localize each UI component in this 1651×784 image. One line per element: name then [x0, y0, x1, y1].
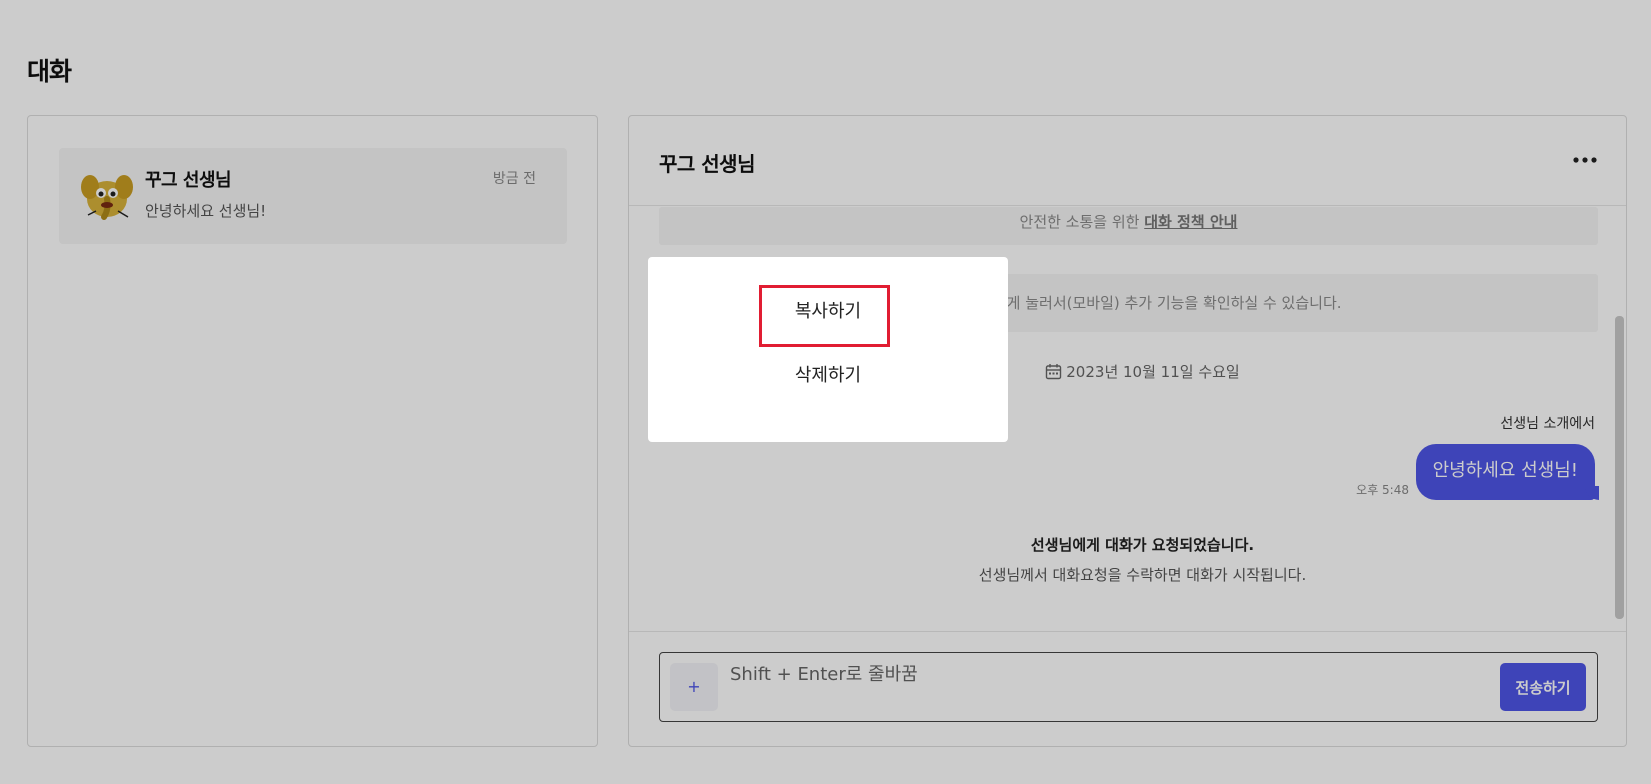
- delete-menu-item[interactable]: 삭제하기: [648, 361, 1008, 387]
- copy-menu-item[interactable]: 복사하기: [648, 297, 1008, 323]
- message-context-menu: 복사하기 삭제하기: [648, 257, 1008, 442]
